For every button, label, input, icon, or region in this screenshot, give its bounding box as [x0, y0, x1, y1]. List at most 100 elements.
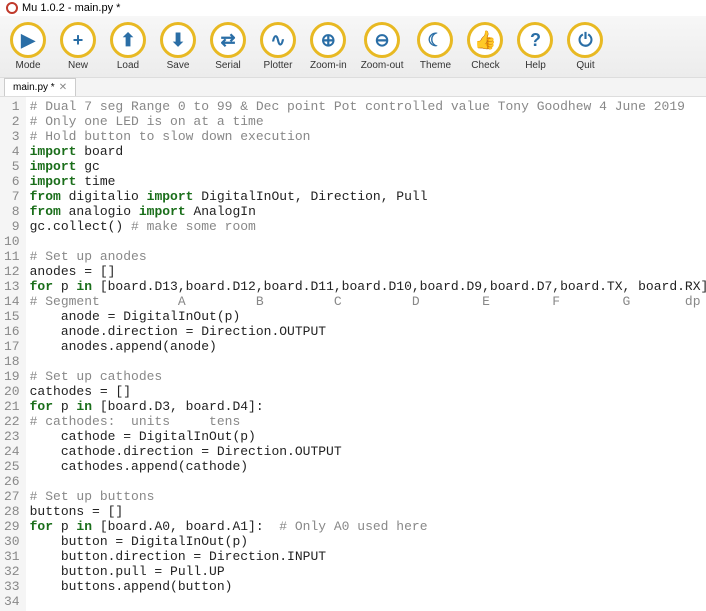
token-plain: AnalogIn [186, 204, 256, 219]
code-line[interactable]: button = DigitalInOut(p) [30, 534, 706, 549]
code-line[interactable]: anodes.append(anode) [30, 339, 706, 354]
code-line[interactable]: cathode = DigitalInOut(p) [30, 429, 706, 444]
code-line[interactable]: import board [30, 144, 706, 159]
check-button[interactable]: 👍Check [467, 22, 503, 71]
tab-main[interactable]: main.py * ✕ [4, 78, 76, 96]
token-comment: # Set up anodes [30, 249, 147, 264]
check-icon: 👍 [467, 22, 503, 58]
zoom-in-icon: ⊕ [310, 22, 346, 58]
close-icon[interactable]: ✕ [59, 82, 67, 93]
token-comment: # Set up buttons [30, 489, 155, 504]
code-line[interactable]: from analogio import AnalogIn [30, 204, 706, 219]
token-plain: buttons.append(button) [30, 579, 233, 594]
token-kw: for [30, 519, 53, 534]
toolbar: ▶Mode +New ⬆Load ⬇Save ⇄ Serial ∿Plotter ⊕Zoom-… [0, 16, 706, 78]
serial-button[interactable]: ⇄ Serial [210, 22, 246, 71]
code-line[interactable]: # Hold button to slow down execution [30, 129, 706, 144]
code-editor[interactable]: 1234567891011121314151617181920212223242… [0, 97, 706, 611]
app-icon [6, 2, 18, 14]
code-line[interactable] [30, 354, 706, 369]
token-kw: import [139, 204, 186, 219]
save-button[interactable]: ⬇Save [160, 22, 196, 71]
code-line[interactable]: import gc [30, 159, 706, 174]
code-line[interactable]: anode = DigitalInOut(p) [30, 309, 706, 324]
code-line[interactable]: for p in [board.D3, board.D4]: [30, 399, 706, 414]
load-button[interactable]: ⬆Load [110, 22, 146, 71]
token-plain: cathodes = [] [30, 384, 131, 399]
token-plain: button.pull = Pull.UP [30, 564, 225, 579]
code-line[interactable]: from digitalio import DigitalInOut, Dire… [30, 189, 706, 204]
token-plain: [board.D13,board.D12,board.D11,board.D10… [92, 279, 706, 294]
token-comment: # make some room [131, 219, 256, 234]
token-kw: from [30, 189, 61, 204]
help-icon: ? [517, 22, 553, 58]
code-area[interactable]: # Dual 7 seg Range 0 to 99 & Dec point P… [26, 97, 706, 611]
token-kw: in [76, 279, 92, 294]
code-line[interactable]: buttons.append(button) [30, 579, 706, 594]
code-line[interactable]: cathodes.append(cathode) [30, 459, 706, 474]
code-line[interactable]: # Set up anodes [30, 249, 706, 264]
tool-label: Load [117, 60, 139, 71]
code-line[interactable]: # cathodes: units tens [30, 414, 706, 429]
token-comment: # Only A0 used here [279, 519, 427, 534]
token-plain: gc [76, 159, 99, 174]
code-line[interactable]: button.pull = Pull.UP [30, 564, 706, 579]
save-icon: ⬇ [160, 22, 196, 58]
token-kw: import [30, 159, 77, 174]
code-line[interactable]: # Dual 7 seg Range 0 to 99 & Dec point P… [30, 99, 706, 114]
new-button[interactable]: +New [60, 22, 96, 71]
tool-label: Serial [215, 60, 241, 71]
token-kw: from [30, 204, 61, 219]
quit-button[interactable]: ⏻Quit [567, 22, 603, 71]
token-plain: buttons = [] [30, 504, 124, 519]
code-line[interactable]: import time [30, 174, 706, 189]
new-icon: + [60, 22, 96, 58]
plotter-button[interactable]: ∿Plotter [260, 22, 296, 71]
token-plain: gc.collect() [30, 219, 131, 234]
token-plain: cathode.direction = Direction.OUTPUT [30, 444, 342, 459]
token-plain: button.direction = Direction.INPUT [30, 549, 326, 564]
token-kw: in [76, 399, 92, 414]
code-line[interactable]: button.direction = Direction.INPUT [30, 549, 706, 564]
token-plain: anodes = [] [30, 264, 116, 279]
token-plain: p [53, 399, 76, 414]
code-line[interactable]: cathode.direction = Direction.OUTPUT [30, 444, 706, 459]
code-line[interactable]: anode.direction = Direction.OUTPUT [30, 324, 706, 339]
code-line[interactable] [30, 234, 706, 249]
token-plain: [board.D3, board.D4]: [92, 399, 264, 414]
code-line[interactable]: for p in [board.A0, board.A1]: # Only A0… [30, 519, 706, 534]
token-comment: # Dual 7 seg Range 0 to 99 & Dec point P… [30, 99, 685, 114]
help-button[interactable]: ?Help [517, 22, 553, 71]
serial-icon: ⇄ [210, 22, 246, 58]
code-line[interactable]: cathodes = [] [30, 384, 706, 399]
token-plain: DigitalInOut, Direction, Pull [193, 189, 427, 204]
theme-icon: ☾ [417, 22, 453, 58]
code-line[interactable]: gc.collect() # make some room [30, 219, 706, 234]
token-kw: for [30, 279, 53, 294]
code-line[interactable]: buttons = [] [30, 504, 706, 519]
code-line[interactable]: # Only one LED is on at a time [30, 114, 706, 129]
code-line[interactable]: # Segment A B C D E F G dp [30, 294, 706, 309]
token-kw: import [147, 189, 194, 204]
token-plain: anode.direction = Direction.OUTPUT [30, 324, 326, 339]
token-plain: button = DigitalInOut(p) [30, 534, 248, 549]
mode-button[interactable]: ▶Mode [10, 22, 46, 71]
quit-icon: ⏻ [567, 22, 603, 58]
zoom-out-button[interactable]: ⊖Zoom-out [361, 22, 404, 71]
tab-strip: main.py * ✕ [0, 78, 706, 97]
theme-button[interactable]: ☾ Theme [417, 22, 453, 71]
code-line[interactable]: for p in [board.D13,board.D12,board.D11,… [30, 279, 706, 294]
token-kw: import [30, 174, 77, 189]
token-plain: anode = DigitalInOut(p) [30, 309, 241, 324]
code-line[interactable]: anodes = [] [30, 264, 706, 279]
code-line[interactable] [30, 594, 706, 609]
token-comment: # Hold button to slow down execution [30, 129, 311, 144]
token-comment: # cathodes: units tens [30, 414, 241, 429]
code-line[interactable] [30, 474, 706, 489]
code-line[interactable]: # Set up cathodes [30, 369, 706, 384]
title-bar: Mu 1.0.2 - main.py * [0, 0, 706, 16]
tool-label: Theme [420, 60, 451, 71]
plotter-icon: ∿ [260, 22, 296, 58]
zoom-in-button[interactable]: ⊕Zoom-in [310, 22, 347, 71]
code-line[interactable]: # Set up buttons [30, 489, 706, 504]
